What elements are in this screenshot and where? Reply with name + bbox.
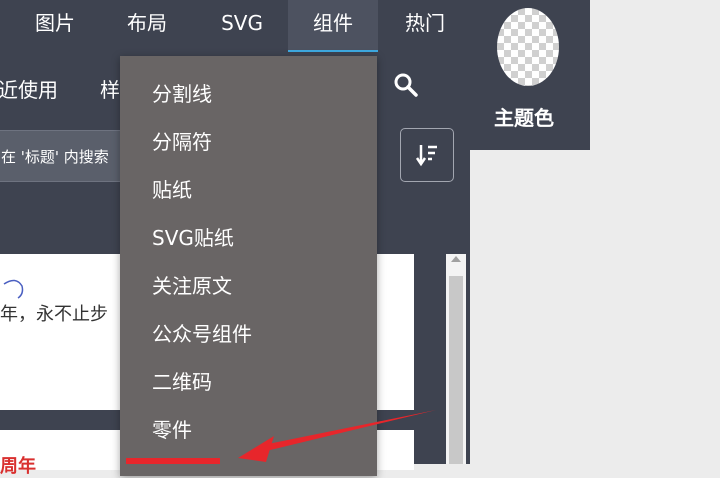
- highlight-bar: [126, 458, 220, 464]
- components-dropdown: 分割线 分隔符 贴纸 SVG贴纸 关注原文 公众号组件 二维码 零件: [120, 56, 377, 476]
- panel-cutout: [470, 150, 590, 464]
- theme-color-label: 主题色: [494, 106, 554, 130]
- top-nav: 图片 布局 SVG 组件 热门: [0, 0, 470, 52]
- search-icon[interactable]: [393, 72, 419, 98]
- content-text: 年，永不止步: [0, 304, 108, 325]
- tab-svg[interactable]: SVG: [205, 0, 279, 52]
- scroll-up-icon[interactable]: [451, 256, 461, 262]
- theme-color-swatch[interactable]: [497, 8, 559, 86]
- tab-components[interactable]: 组件: [288, 0, 378, 52]
- tab-layout[interactable]: 布局: [110, 0, 184, 52]
- content-heading: 周年: [0, 456, 36, 477]
- menu-item-qr-code[interactable]: 二维码: [152, 366, 212, 395]
- tab-popular[interactable]: 热门: [388, 0, 462, 52]
- subnav-recent[interactable]: 近使用: [0, 74, 58, 103]
- sort-icon: [415, 145, 437, 167]
- sort-button[interactable]: [400, 128, 454, 182]
- scrollbar-thumb[interactable]: [449, 276, 463, 464]
- menu-item-official-account[interactable]: 公众号组件: [152, 318, 252, 347]
- tab-images[interactable]: 图片: [18, 0, 92, 52]
- menu-item-parts[interactable]: 零件: [152, 414, 192, 443]
- menu-item-sticker[interactable]: 贴纸: [152, 174, 192, 203]
- menu-item-divider[interactable]: 分割线: [152, 78, 212, 107]
- menu-item-svg-sticker[interactable]: SVG贴纸: [152, 222, 234, 251]
- menu-item-separator[interactable]: 分隔符: [152, 126, 212, 155]
- menu-item-follow-original[interactable]: 关注原文: [152, 270, 232, 299]
- search-input[interactable]: 在 '标题' 内搜索: [0, 130, 134, 182]
- subnav-style[interactable]: 样: [100, 74, 120, 103]
